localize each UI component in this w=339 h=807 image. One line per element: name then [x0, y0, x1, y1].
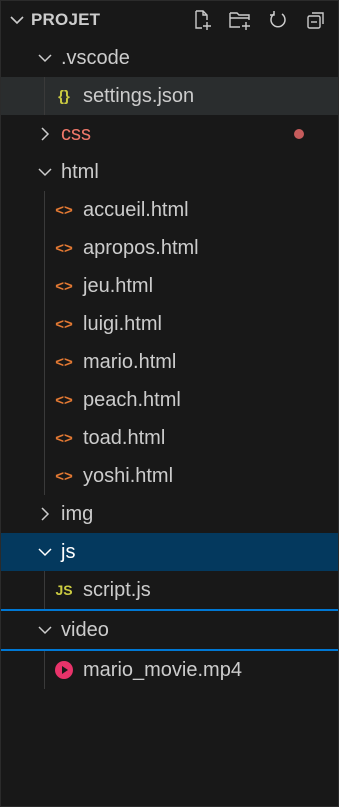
folder-js[interactable]: js [1, 533, 338, 571]
chevron-down-icon[interactable] [7, 10, 27, 30]
file-jeu-html[interactable]: <> jeu.html [1, 267, 338, 305]
modified-dot-icon [294, 129, 304, 139]
collapse-all-icon[interactable] [304, 8, 328, 32]
file-peach-html[interactable]: <> peach.html [1, 381, 338, 419]
file-accueil-html[interactable]: <> accueil.html [1, 191, 338, 229]
file-label: yoshi.html [83, 464, 174, 487]
file-label: accueil.html [83, 198, 189, 221]
explorer-header: PROJET [1, 1, 338, 39]
html-file-icon: <> [55, 239, 73, 257]
folder-css[interactable]: css [1, 115, 338, 153]
chevron-down-icon [35, 542, 55, 562]
indent-guide [44, 305, 45, 343]
html-file-icon: <> [55, 429, 73, 447]
html-file-icon: <> [55, 277, 73, 295]
file-label: apropos.html [83, 236, 199, 259]
html-file-icon: <> [55, 467, 73, 485]
file-label: script.js [83, 578, 151, 601]
new-folder-icon[interactable] [228, 8, 252, 32]
indent-guide [44, 191, 45, 229]
indent-guide [44, 419, 45, 457]
file-mario-html[interactable]: <> mario.html [1, 343, 338, 381]
folder-label: html [61, 160, 99, 183]
file-yoshi-html[interactable]: <> yoshi.html [1, 457, 338, 495]
file-label: mario_movie.mp4 [83, 658, 242, 681]
folder-html[interactable]: html [1, 153, 338, 191]
file-label: mario.html [83, 350, 177, 373]
indent-guide [44, 571, 45, 609]
indent-guide [44, 651, 45, 689]
file-toad-html[interactable]: <> toad.html [1, 419, 338, 457]
chevron-right-icon [35, 124, 55, 144]
chevron-down-icon [35, 48, 55, 68]
file-explorer-panel: PROJET .vscode {} settings.json css html… [0, 0, 339, 807]
html-file-icon: <> [55, 353, 73, 371]
folder-img[interactable]: img [1, 495, 338, 533]
chevron-right-icon [35, 504, 55, 524]
json-braces-icon: {} [58, 87, 70, 105]
folder-label: js [61, 540, 76, 563]
javascript-file-icon: JS [55, 582, 73, 598]
file-label: peach.html [83, 388, 181, 411]
video-play-icon [53, 659, 75, 681]
html-file-icon: <> [55, 391, 73, 409]
indent-guide [44, 77, 45, 115]
refresh-icon[interactable] [266, 8, 290, 32]
file-label: toad.html [83, 426, 166, 449]
file-label: jeu.html [83, 274, 154, 297]
explorer-title: PROJET [31, 10, 101, 29]
folder-vscode[interactable]: .vscode [1, 39, 338, 77]
file-apropos-html[interactable]: <> apropos.html [1, 229, 338, 267]
indent-guide [44, 381, 45, 419]
file-label: luigi.html [83, 312, 162, 335]
folder-label: css [61, 122, 91, 145]
indent-guide [44, 267, 45, 305]
file-label: settings.json [83, 84, 195, 107]
folder-video[interactable]: video [1, 611, 338, 649]
file-settings-json[interactable]: {} settings.json [1, 77, 338, 115]
file-mario-movie-mp4[interactable]: mario_movie.mp4 [1, 651, 338, 689]
chevron-down-icon [35, 620, 55, 640]
folder-label: img [61, 502, 94, 525]
explorer-actions [190, 8, 338, 32]
html-file-icon: <> [55, 315, 73, 333]
file-luigi-html[interactable]: <> luigi.html [1, 305, 338, 343]
file-script-js[interactable]: JS script.js [1, 571, 338, 609]
indent-guide [44, 457, 45, 495]
indent-guide [44, 343, 45, 381]
folder-label: .vscode [61, 46, 130, 69]
folder-label: video [61, 618, 109, 641]
indent-guide [44, 229, 45, 267]
html-file-icon: <> [55, 201, 73, 219]
chevron-down-icon [35, 162, 55, 182]
html-folder-children: <> accueil.html <> apropos.html <> jeu.h… [1, 191, 338, 495]
new-file-icon[interactable] [190, 8, 214, 32]
